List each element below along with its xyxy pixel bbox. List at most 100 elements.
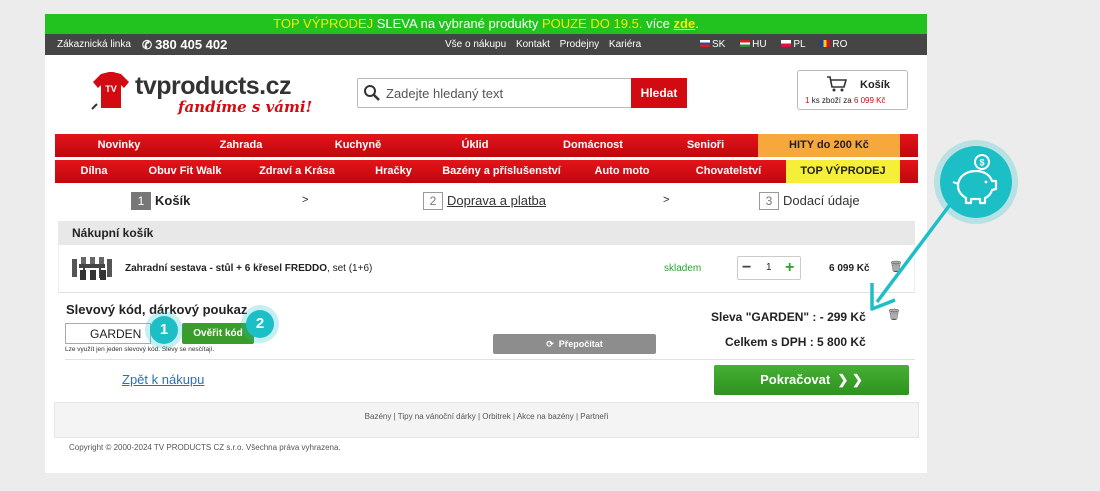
stock-status: skladem — [664, 263, 702, 274]
promo-more: více — [646, 16, 670, 31]
qty-value[interactable]: 1 — [766, 257, 772, 279]
step-shipping-number: 2 — [423, 192, 443, 210]
coupon-title: Slevový kód, dárkový poukaz — [66, 302, 248, 317]
lang-pl-label: PL — [793, 39, 806, 50]
promo-text: na vybrané produkty — [420, 16, 539, 31]
footer-link-akce[interactable]: Akce na bazény — [517, 412, 574, 421]
phone-icon: ✆ — [142, 38, 153, 52]
item-price: 6 099 Kč — [829, 263, 870, 274]
cart-item-row: Zahradní sestava - stůl + 6 křesel FREDD… — [58, 246, 915, 293]
recalculate-label: Přepočítat — [558, 338, 603, 349]
step-delivery-number: 3 — [759, 192, 779, 210]
annotation-badge-1: 1 — [150, 316, 178, 344]
lang-hu[interactable]: HU — [740, 39, 772, 50]
menu-item-chovatelstvi[interactable]: Chovatelství — [671, 160, 786, 183]
remove-coupon-trash-icon[interactable]: 🗑 — [887, 308, 901, 321]
annotation-badge-2: 2 — [246, 310, 274, 338]
footer-sep: | — [512, 412, 516, 421]
menu-item-domacnost[interactable]: Domácnost — [533, 134, 653, 157]
logo-badge-text: TV — [105, 84, 117, 94]
search-box: Hledat — [357, 78, 687, 108]
quantity-stepper: − 1 + — [737, 256, 801, 280]
top-nav-contact[interactable]: Kontakt — [516, 39, 550, 50]
brand-name: tvproducts.cz — [135, 72, 292, 100]
menu-item-auto-moto[interactable]: Auto moto — [573, 160, 671, 183]
promo-deadline: POUZE DO 19.5. — [542, 16, 643, 31]
search-input[interactable] — [386, 81, 626, 105]
phone-text: 380 405 402 — [155, 37, 228, 52]
qty-decrease-button[interactable]: − — [742, 257, 751, 279]
menu-item-top-vyprodej[interactable]: TOP VÝPRODEJ — [786, 160, 900, 183]
menu-item-seniori[interactable]: Senioři — [653, 134, 758, 157]
brand-slogan: fandíme s vámi! — [178, 98, 313, 116]
menu-item-novinky[interactable]: Novinky — [55, 134, 183, 157]
lang-hu-label: HU — [752, 39, 767, 50]
back-to-shop-link[interactable]: Zpět k nákupu — [122, 372, 204, 387]
footer-link-partneri[interactable]: Partneři — [580, 412, 608, 421]
menu-item-hracky[interactable]: Hračky — [357, 160, 430, 183]
cart-price: 6 099 Kč — [853, 96, 886, 105]
menu-item-zahrada[interactable]: Zahrada — [183, 134, 299, 157]
product-name[interactable]: Zahradní sestava - stůl + 6 křesel FREDD… — [125, 263, 372, 274]
footer-link-tipy[interactable]: Tipy na vánoční dárky — [398, 412, 476, 421]
language-switcher: SK HU PL RO — [700, 34, 859, 55]
top-nav-about[interactable]: Vše o nákupu — [445, 39, 506, 50]
menu-item-bazeny[interactable]: Bazény a příslušenství — [430, 160, 573, 183]
step-cart-number: 1 — [131, 192, 151, 210]
menu-item-obuv[interactable]: Obuv Fit Walk — [133, 160, 237, 183]
footer-links: Bazény | Tipy na vánoční dárky | Orbitre… — [54, 402, 919, 438]
svg-text:$: $ — [979, 158, 984, 168]
menu-item-uklid[interactable]: Úklid — [417, 134, 533, 157]
cart-panel-title: Nákupní košík — [58, 221, 915, 245]
flag-sk-icon — [700, 40, 710, 47]
search-button[interactable]: Hledat — [631, 78, 687, 108]
footer-sep: | — [575, 412, 579, 421]
phone-number[interactable]: ✆ 380 405 402 — [142, 34, 227, 56]
promo-banner[interactable]: TOP VÝPRODEJ SLEVA na vybrané produkty P… — [45, 14, 927, 34]
flag-hu-icon — [740, 40, 751, 47]
cart-title: Košík — [860, 79, 890, 91]
top-nav: Vše o nákupu Kontakt Prodejny Kariéra — [445, 34, 648, 55]
menu-item-dilna[interactable]: Dílna — [55, 160, 133, 183]
product-name-rest: , set (1+6) — [327, 263, 373, 274]
copyright: Copyright © 2000-2024 TV PRODUCTS CZ s.r… — [69, 443, 341, 452]
customer-line-label: Zákaznická linka — [57, 39, 131, 50]
top-nav-career[interactable]: Kariéra — [609, 39, 641, 50]
continue-button[interactable]: Pokračovat ❯ ❯ — [714, 365, 909, 395]
checkout-steps: 1 Košík > 2 Doprava a platba > 3 Dodací úda… — [45, 190, 927, 212]
coupon-code-input[interactable] — [65, 323, 151, 344]
menu-item-hity[interactable]: HITY do 200 Kč — [758, 134, 900, 157]
footer-link-bazeny[interactable]: Bazény — [365, 412, 392, 421]
coupon-note: Lze využít jen jeden slevový kód. Slevy … — [65, 346, 215, 353]
lang-ro[interactable]: RO — [820, 39, 853, 50]
lang-sk-label: SK — [712, 39, 726, 50]
total-with-vat: Celkem s DPH : 5 800 Kč — [725, 335, 866, 349]
qty-increase-button[interactable]: + — [785, 257, 794, 279]
promo-sale: SLEVA — [376, 16, 417, 31]
verify-code-button[interactable]: Ověřit kód — [182, 323, 254, 344]
flag-ro-icon — [820, 40, 831, 47]
promo-top-sale: TOP VÝPRODEJ — [273, 16, 374, 31]
menu-end-cap — [900, 134, 918, 157]
discount-line: Sleva "GARDEN" : - 299 Kč — [711, 310, 866, 324]
step-shipping[interactable]: 2 Doprava a platba — [423, 192, 546, 210]
step-shipping-label[interactable]: Doprava a platba — [447, 193, 546, 208]
footer-link-orbitrek[interactable]: Orbitrek — [482, 412, 510, 421]
menu-item-kuchyne[interactable]: Kuchyně — [299, 134, 417, 157]
page: TOP VÝPRODEJ SLEVA na vybrané produkty P… — [45, 14, 927, 473]
lang-pl[interactable]: PL — [781, 39, 811, 50]
main-menu-secondary: Dílna Obuv Fit Walk Zdraví a Krása Hračk… — [55, 160, 918, 183]
chevron-right-icon: ❯ ❯ — [837, 372, 863, 387]
promo-link[interactable]: zde — [674, 16, 696, 31]
step-cart: 1 Košík — [131, 192, 190, 210]
lang-sk[interactable]: SK — [700, 39, 731, 50]
site-logo[interactable]: TV tvproducts.cz fandíme s vámi! — [73, 68, 313, 128]
piggy-bank-badge: $ — [940, 146, 1012, 218]
cart-widget[interactable]: Košík 1 ks zboží za 6 099 Kč — [797, 70, 908, 110]
remove-item-trash-icon[interactable]: 🗑 — [889, 260, 903, 273]
cart-count: 1 — [805, 96, 810, 105]
refresh-icon: ⟳ — [546, 338, 554, 349]
recalculate-button[interactable]: ⟳ Přepočítat — [493, 334, 656, 354]
top-nav-stores[interactable]: Prodejny — [560, 39, 599, 50]
menu-item-zdravi[interactable]: Zdraví a Krása — [237, 160, 357, 183]
